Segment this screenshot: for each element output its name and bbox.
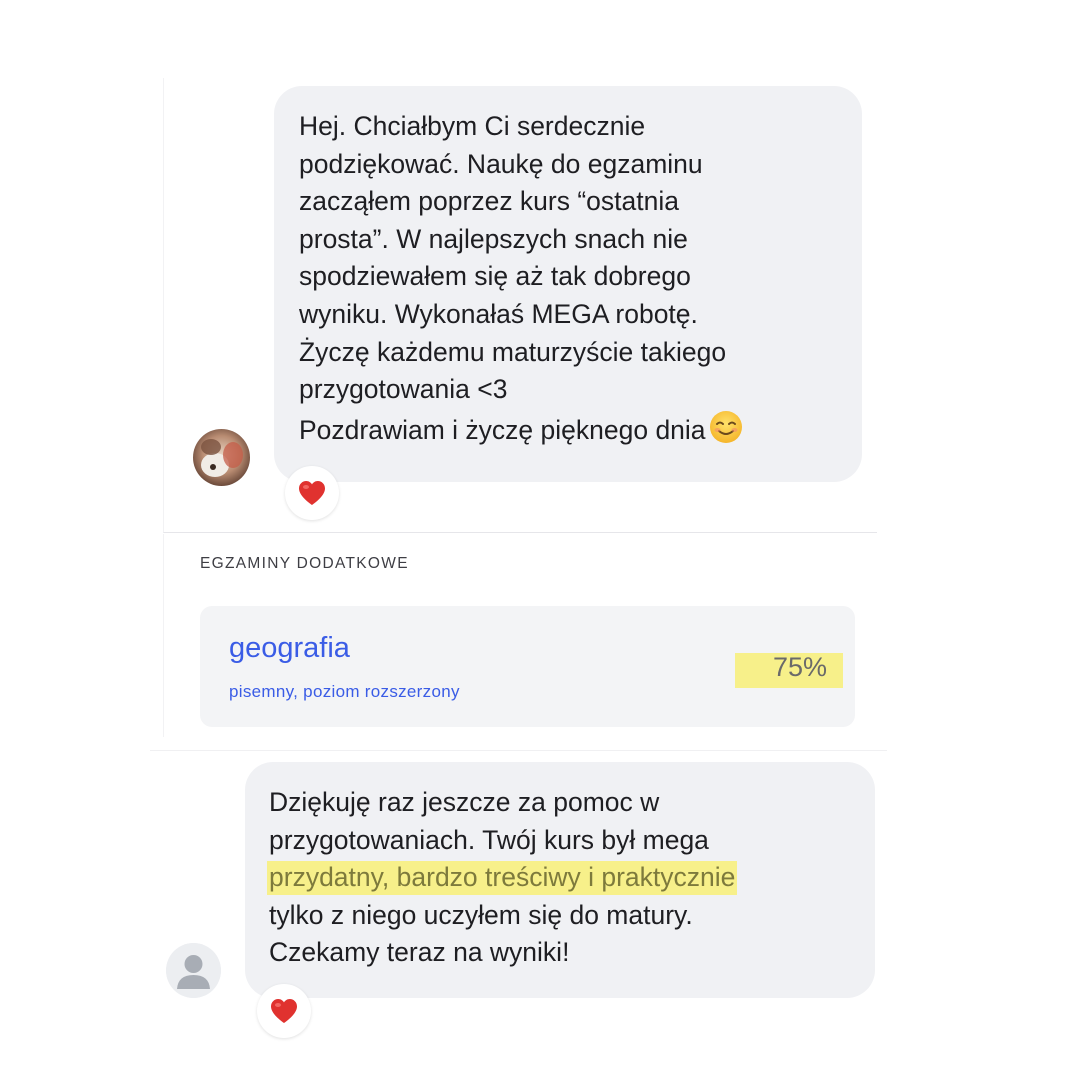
message-line: podziękować. Naukę do egzaminu: [299, 148, 703, 179]
message-line: wyniku. Wykonałaś MEGA robotę.: [299, 298, 698, 329]
message-bubble[interactable]: Dziękuję raz jeszcze za pomoc w przygoto…: [245, 762, 875, 998]
message-line: tylko z niego uczyłem się do matury.: [269, 899, 693, 930]
exam-subject[interactable]: geografia: [229, 632, 350, 665]
message-line: spodziewałem się aż tak dobrego: [299, 261, 691, 292]
heart-icon: [271, 999, 297, 1023]
message-line: Czekamy teraz na wyniki!: [269, 937, 570, 968]
section-divider: [150, 750, 887, 751]
exams-heading: EGZAMINY DODATKOWE: [200, 555, 409, 572]
heart-reaction[interactable]: [285, 466, 339, 520]
heart-reaction[interactable]: [257, 984, 311, 1038]
message-text: Hej. Chciałbym Ci serdecznie podziękować…: [299, 108, 842, 455]
user-silhouette-icon: [166, 943, 221, 998]
heart-icon: [299, 481, 325, 505]
message-line-last: Pozdrawiam i życzę pięknego dnia: [299, 409, 842, 456]
avatar-photo-image: [193, 429, 250, 486]
message-line: Pozdrawiam i życzę pięknego dnia: [299, 414, 706, 445]
highlight-text: przydatny, bardzo treściwy i praktycznie: [267, 861, 738, 896]
highlighted-line: przydatny, bardzo treściwy i praktycznie: [267, 859, 855, 897]
message-line: zacząłem poprzez kurs “ostatnia: [299, 186, 679, 217]
default-avatar[interactable]: [166, 943, 221, 998]
message-text: Dziękuję raz jeszcze za pomoc w przygoto…: [267, 784, 855, 972]
message-line: prosta”. W najlepszych snach nie: [299, 223, 688, 254]
exam-type: pisemny, poziom rozszerzony: [229, 682, 460, 701]
message-line: przygotowania <3: [299, 374, 508, 405]
message-line: Życzę każdemu maturzyście takiego: [299, 336, 727, 367]
message-bubble[interactable]: Hej. Chciałbym Ci serdecznie podziękować…: [274, 86, 862, 482]
message-line: Hej. Chciałbym Ci serdecznie: [299, 111, 646, 141]
message-line: Dziękuję raz jeszcze za pomoc w: [269, 787, 660, 817]
message-line: przygotowaniach. Twój kurs był mega: [269, 824, 709, 855]
sender-avatar[interactable]: [193, 429, 250, 486]
exam-score: 75%: [772, 652, 827, 682]
smiling-face-icon: [708, 409, 744, 456]
